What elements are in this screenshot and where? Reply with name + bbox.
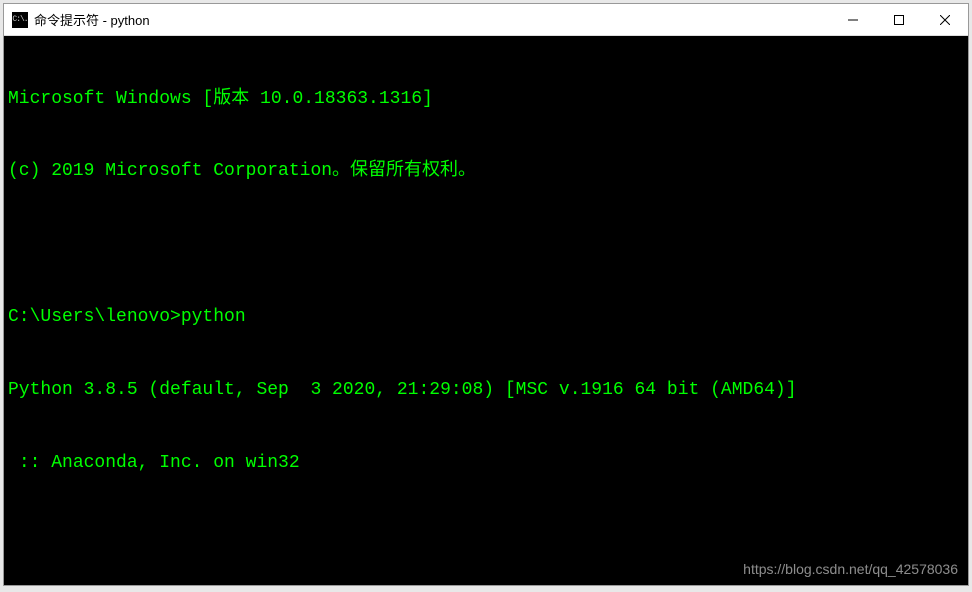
terminal-line: C:\Users\lenovo>python <box>8 305 964 329</box>
terminal-line <box>8 524 964 548</box>
terminal-line: Microsoft Windows [版本 10.0.18363.1316] <box>8 87 964 111</box>
terminal-line <box>8 232 964 256</box>
terminal-line: :: Anaconda, Inc. on win32 <box>8 451 964 475</box>
maximize-icon <box>894 15 904 25</box>
terminal-line: Python 3.8.5 (default, Sep 3 2020, 21:29… <box>8 378 964 402</box>
terminal-line: (c) 2019 Microsoft Corporation。保留所有权利。 <box>8 159 964 183</box>
minimize-icon <box>848 15 858 25</box>
cmd-icon: C:\. <box>12 12 28 28</box>
maximize-button[interactable] <box>876 4 922 35</box>
window-title: 命令提示符 - python <box>34 10 830 29</box>
window-controls <box>830 4 968 35</box>
terminal-area[interactable]: Microsoft Windows [版本 10.0.18363.1316] (… <box>4 36 968 585</box>
watermark-text: https://blog.csdn.net/qq_42578036 <box>743 560 958 579</box>
close-icon <box>940 15 950 25</box>
command-prompt-window: C:\. 命令提示符 - python Microsoft Windows [版… <box>3 3 969 586</box>
close-button[interactable] <box>922 4 968 35</box>
minimize-button[interactable] <box>830 4 876 35</box>
title-bar: C:\. 命令提示符 - python <box>4 4 968 36</box>
